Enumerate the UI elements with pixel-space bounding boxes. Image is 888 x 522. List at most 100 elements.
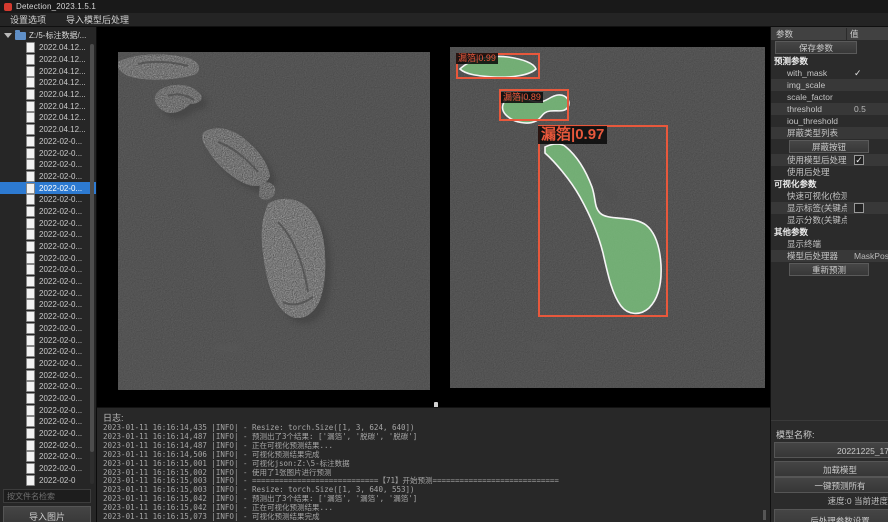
- param-row[interactable]: 显示分数(关键点): [771, 214, 888, 226]
- postprocess-params-button[interactable]: 后处理参数设置: [774, 509, 888, 522]
- predict-all-button[interactable]: 一键预测所有: [774, 477, 888, 493]
- file-item[interactable]: 2022-02-0...: [0, 416, 96, 428]
- file-item[interactable]: 2022-02-0...: [0, 171, 96, 183]
- import-image-button[interactable]: 导入图片: [3, 506, 91, 522]
- file-item-label: 2022-02-0...: [39, 382, 82, 391]
- param-row[interactable]: 模型后处理器MaskPostPro: [771, 250, 888, 262]
- file-item[interactable]: 2022-02-0...: [0, 358, 96, 370]
- file-item[interactable]: 2022-02-0...: [0, 439, 96, 451]
- file-item-label: 2022-02-0...: [39, 230, 82, 239]
- app-window: Detection_2023.1.5.1 设置选项 导入模型后处理 Z:/5-标…: [0, 0, 888, 522]
- file-icon: [26, 451, 35, 462]
- file-item[interactable]: 2022-02-0...: [0, 334, 96, 346]
- tree-root-label: Z:/5-标注数据/...: [29, 30, 86, 41]
- file-item[interactable]: 2022.04.12...: [0, 54, 96, 66]
- file-item[interactable]: 2022-02-0: [0, 474, 96, 486]
- load-model-button[interactable]: 加载模型: [774, 461, 888, 477]
- parameter-table-header: 参数 值: [771, 27, 888, 40]
- tree-root-folder[interactable]: Z:/5-标注数据/...: [0, 29, 96, 42]
- file-item[interactable]: 2022-02-0...: [0, 287, 96, 299]
- file-item[interactable]: 2022-02-0...: [0, 252, 96, 264]
- file-item[interactable]: 2022-02-0...: [0, 159, 96, 171]
- prediction-image-view[interactable]: 漏箔|0.99 漏箔|0.89 漏箔|0.97: [450, 47, 765, 388]
- source-image: [118, 52, 430, 390]
- file-item[interactable]: 2022-02-0...: [0, 381, 96, 393]
- file-item-label: 2022-02-0...: [39, 149, 82, 158]
- file-item[interactable]: 2022-02-0...: [0, 404, 96, 416]
- file-icon: [26, 194, 35, 205]
- param-row[interactable]: 显示终端: [771, 238, 888, 250]
- file-item[interactable]: 2022-02-0...: [0, 136, 96, 148]
- checkbox-checked[interactable]: ✓: [854, 155, 864, 165]
- file-item[interactable]: 2022.04.12...: [0, 124, 96, 136]
- file-item[interactable]: 2022.04.12...: [0, 42, 96, 54]
- checkbox-empty[interactable]: [854, 203, 864, 213]
- file-item[interactable]: 2022-02-0...: [0, 206, 96, 218]
- source-image-view[interactable]: [118, 52, 430, 390]
- file-item-label: 2022.04.12...: [39, 43, 86, 52]
- file-icon: [26, 346, 35, 357]
- file-item-label: 2022-02-0...: [39, 452, 82, 461]
- file-item[interactable]: 2022-02-0...: [0, 311, 96, 323]
- param-row[interactable]: iou_threshold: [771, 115, 888, 127]
- file-icon: [26, 124, 35, 135]
- menu-item-import-postprocess[interactable]: 导入模型后处理: [56, 13, 139, 27]
- file-item[interactable]: 2022-02-0...: [0, 229, 96, 241]
- file-item[interactable]: 2022.04.12...: [0, 77, 96, 89]
- file-item-label: 2022.04.12...: [39, 125, 86, 134]
- file-item[interactable]: 2022.04.12...: [0, 112, 96, 124]
- file-item[interactable]: 2022-02-0...: [0, 182, 96, 194]
- sidebar-scrollbar[interactable]: [90, 44, 94, 484]
- file-item[interactable]: 2022-02-0...: [0, 428, 96, 440]
- window-title: Detection_2023.1.5.1: [16, 2, 96, 11]
- param-row[interactable]: 使用后处理: [771, 166, 888, 178]
- file-item[interactable]: 2022-02-0...: [0, 393, 96, 405]
- file-item[interactable]: 2022-02-0...: [0, 276, 96, 288]
- file-item[interactable]: 2022.04.12...: [0, 100, 96, 112]
- file-item-label: 2022-02-0...: [39, 336, 82, 345]
- file-item[interactable]: 2022-02-0...: [0, 264, 96, 276]
- file-item[interactable]: 2022.04.12...: [0, 65, 96, 77]
- file-item[interactable]: 2022-02-0...: [0, 323, 96, 335]
- detection-label: 漏箔|0.89: [501, 92, 543, 103]
- param-button[interactable]: 保存参数: [775, 41, 857, 54]
- file-item[interactable]: 2022.04.12...: [0, 89, 96, 101]
- file-icon: [26, 323, 35, 334]
- file-item[interactable]: 2022-02-0...: [0, 147, 96, 159]
- param-label: 显示分数(关键点): [771, 214, 847, 226]
- file-icon: [26, 416, 35, 427]
- param-row[interactable]: threshold0.5: [771, 103, 888, 115]
- file-item[interactable]: 2022-02-0...: [0, 451, 96, 463]
- param-label: 显示终端: [771, 238, 847, 250]
- param-button[interactable]: 重新预测: [789, 263, 869, 276]
- file-item-label: 2022-02-0...: [39, 172, 82, 181]
- file-item[interactable]: 2022-02-0...: [0, 194, 96, 206]
- file-tree: Z:/5-标注数据/... 2022.04.12...2022.04.12...…: [0, 29, 96, 489]
- param-row[interactable]: 显示标签(关键点): [771, 202, 888, 214]
- param-row[interactable]: 使用模型后处理✓: [771, 154, 888, 166]
- param-row[interactable]: scale_factor: [771, 91, 888, 103]
- log-scrollbar[interactable]: [763, 510, 766, 520]
- file-item[interactable]: 2022-02-0...: [0, 346, 96, 358]
- file-item[interactable]: 2022-02-0...: [0, 463, 96, 475]
- param-button[interactable]: 屏蔽按钮: [789, 140, 869, 153]
- model-name-field[interactable]: 20221225_174813: [774, 442, 888, 458]
- param-row[interactable]: img_scale: [771, 79, 888, 91]
- log-line: 2023-01-11 16:16:15,073 |INFO| - 可视化预测结果…: [103, 513, 763, 522]
- title-bar: Detection_2023.1.5.1: [0, 0, 888, 13]
- file-item[interactable]: 2022-02-0...: [0, 241, 96, 253]
- menu-item-settings[interactable]: 设置选项: [0, 13, 56, 27]
- search-input[interactable]: [3, 489, 91, 503]
- file-item[interactable]: 2022-02-0...: [0, 369, 96, 381]
- file-sidebar: Z:/5-标注数据/... 2022.04.12...2022.04.12...…: [0, 27, 97, 522]
- file-icon: [26, 381, 35, 392]
- param-row[interactable]: 快速可视化(检测): [771, 190, 888, 202]
- param-row[interactable]: 屏蔽类型列表: [771, 127, 888, 139]
- file-item-label: 2022-02-0...: [39, 160, 82, 169]
- file-icon: [26, 159, 35, 170]
- detection-label: 漏箔|0.97: [538, 126, 607, 144]
- file-item-label: 2022-02-0...: [39, 371, 82, 380]
- file-item[interactable]: 2022-02-0...: [0, 299, 96, 311]
- param-row[interactable]: with_mask✓: [771, 67, 888, 79]
- file-item[interactable]: 2022-02-0...: [0, 217, 96, 229]
